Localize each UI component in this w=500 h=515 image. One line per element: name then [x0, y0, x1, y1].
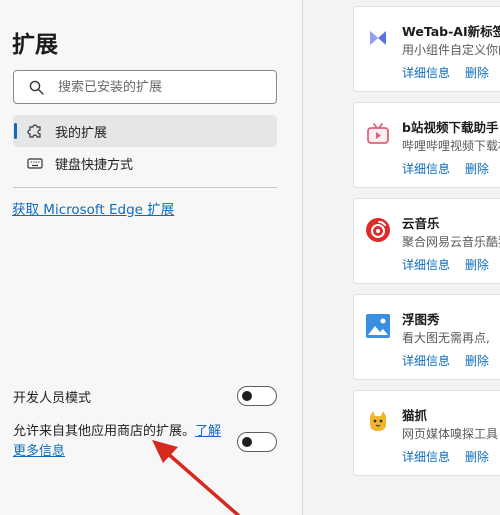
- search-input[interactable]: [58, 79, 258, 95]
- remove-link[interactable]: 删除: [465, 256, 489, 273]
- extension-name: b站视频下载助手 -: [402, 120, 500, 135]
- details-link[interactable]: 详细信息: [402, 160, 450, 177]
- extension-name: WeTab-AI新标签页: [402, 24, 500, 39]
- details-link[interactable]: 详细信息: [402, 64, 450, 81]
- active-indicator: [14, 123, 17, 139]
- extension-name: 云音乐: [402, 216, 440, 231]
- wetab-icon: [370, 31, 386, 45]
- extension-card: 猫抓 网页媒体嗅探工具 详细信息 删除: [353, 390, 500, 476]
- remove-link[interactable]: 删除: [465, 64, 489, 81]
- extension-name: 浮图秀: [402, 312, 440, 327]
- search-box[interactable]: [13, 70, 277, 104]
- developer-mode-label: 开发人员模式: [13, 391, 92, 406]
- image-icon: [366, 314, 390, 338]
- extension-name: 猫抓: [402, 408, 428, 423]
- puzzle-icon: [27, 124, 41, 138]
- extension-description: 看大图无需再点,: [402, 331, 490, 345]
- details-link[interactable]: 详细信息: [402, 448, 450, 465]
- extension-description: 哔哩哔哩视频下载相: [402, 139, 500, 153]
- get-extensions-link[interactable]: 获取 Microsoft Edge 扩展: [12, 198, 174, 218]
- allow-other-stores-label: 允许来自其他应用商店的扩展。了解更多信息: [13, 422, 225, 462]
- extension-description: 聚合网易云音乐酷狗: [402, 235, 500, 249]
- extension-description: 用小组件自定义你的: [402, 43, 500, 57]
- nav-my-extensions-label: 我的扩展: [55, 125, 108, 141]
- extension-card: 浮图秀 看大图无需再点, 详细信息 删除: [353, 294, 500, 380]
- divider: [13, 187, 277, 188]
- extension-description: 网页媒体嗅探工具: [402, 427, 499, 441]
- music-icon: [366, 218, 390, 242]
- page-title: 扩展: [12, 32, 58, 58]
- extension-card: WeTab-AI新标签页 用小组件自定义你的 详细信息 删除: [353, 6, 500, 92]
- allow-other-stores-toggle[interactable]: [237, 432, 277, 452]
- cat-icon: [370, 411, 386, 431]
- sidebar: 扩展 我的扩展 键盘快捷方式 获取 Microsoft Edge 扩展 开发人员…: [0, 0, 303, 515]
- remove-link[interactable]: 删除: [465, 160, 489, 177]
- extension-card: b站视频下载助手 - 哔哩哔哩视频下载相 详细信息 删除: [353, 102, 500, 188]
- toggle-knob: [242, 437, 252, 447]
- details-link[interactable]: 详细信息: [402, 256, 450, 273]
- remove-link[interactable]: 删除: [465, 352, 489, 369]
- extension-card: 云音乐 聚合网易云音乐酷狗 详细信息 删除: [353, 198, 500, 284]
- keyboard-icon: [27, 158, 43, 169]
- allow-other-stores-text: 允许来自其他应用商店的扩展。: [13, 424, 196, 439]
- details-link[interactable]: 详细信息: [402, 352, 450, 369]
- nav-keyboard-shortcuts-label: 键盘快捷方式: [55, 157, 134, 173]
- developer-mode-toggle[interactable]: [237, 386, 277, 406]
- nav-keyboard-shortcuts[interactable]: 键盘快捷方式: [13, 147, 277, 179]
- toggle-knob: [242, 391, 252, 401]
- tv-icon: [367, 123, 389, 144]
- nav-my-extensions[interactable]: 我的扩展: [13, 115, 277, 147]
- search-icon: [29, 80, 44, 95]
- remove-link[interactable]: 删除: [465, 448, 489, 465]
